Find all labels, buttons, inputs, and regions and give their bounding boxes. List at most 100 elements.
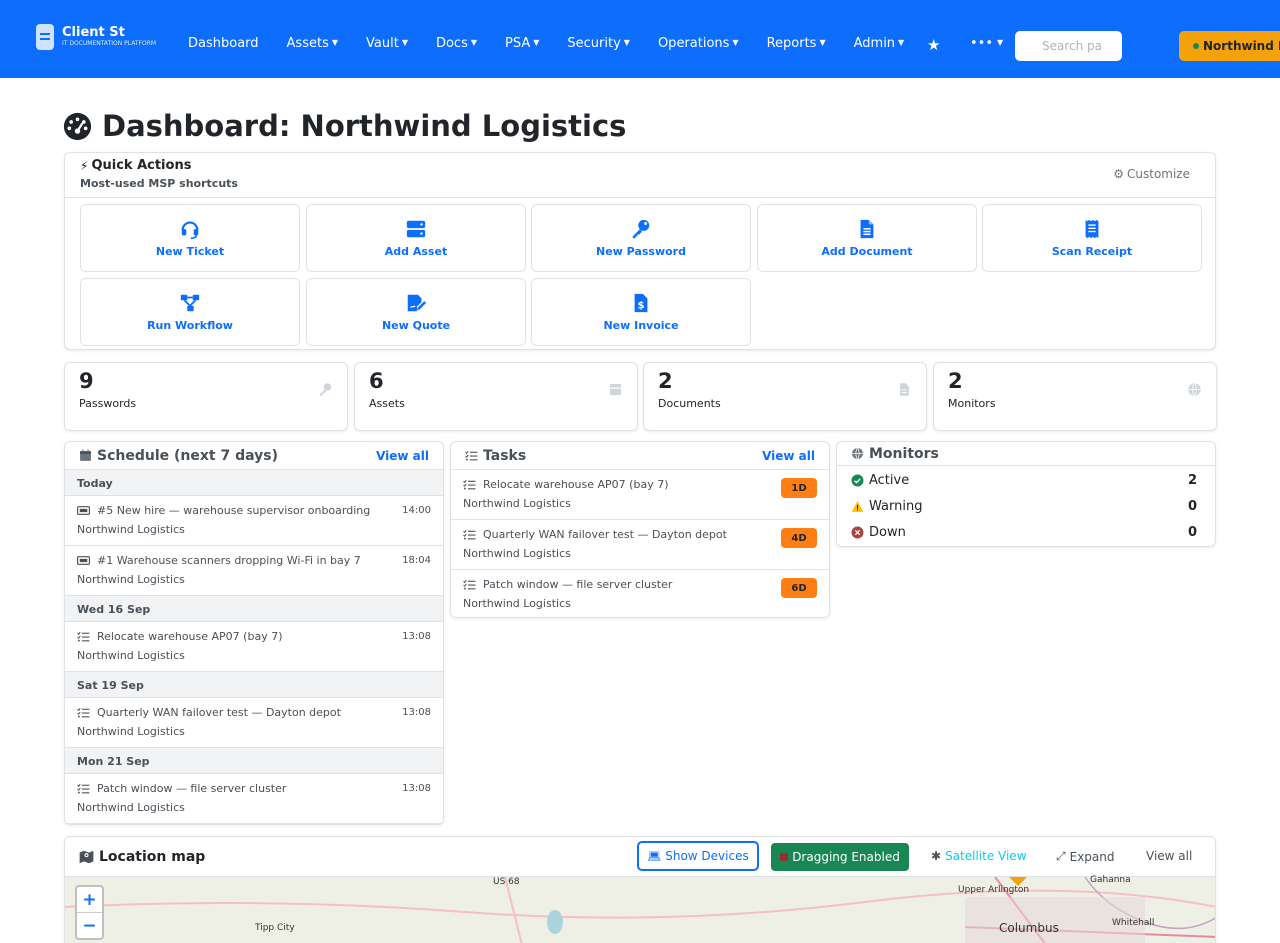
nav-label: Operations: [657, 36, 730, 51]
stat-card-monitors[interactable]: 2 Monitors: [933, 362, 1217, 431]
new-password-button[interactable]: New Password: [531, 204, 751, 272]
scan-receipt-button[interactable]: Scan Receipt: [982, 204, 1202, 272]
nav-label: Reports: [766, 36, 817, 51]
favorites-star-icon[interactable]: ★: [927, 36, 940, 54]
monitor-row-warning[interactable]: Warning 0: [837, 493, 1215, 519]
nav-item-vault[interactable]: Vault ▼: [366, 36, 408, 51]
caret-down-icon: ▼: [401, 38, 408, 47]
more-dots-icon: •••: [970, 36, 994, 51]
nav-item-admin[interactable]: Admin ▼: [854, 36, 905, 51]
tasks-view-all-link[interactable]: View all: [762, 449, 815, 463]
stat-card-passwords[interactable]: 9 Passwords: [64, 362, 348, 431]
stat-label: Monitors: [948, 397, 996, 410]
add-document-button[interactable]: Add Document: [757, 204, 977, 272]
nav-item-security[interactable]: Security ▼: [567, 36, 630, 51]
top-navbar: Client St IT DOCUMENTATION PLATFORM Dash…: [0, 0, 1280, 78]
nav-item-assets[interactable]: Assets ▼: [287, 36, 338, 51]
main-nav: Dashboard Assets ▼ Vault ▼ Docs ▼ PSA ▼ Secu…: [188, 36, 932, 51]
task-org: Northwind Logistics: [463, 547, 571, 560]
task-item[interactable]: Quarterly WAN failover test — Dayton dep…: [451, 520, 829, 570]
due-badge: 1D: [781, 478, 817, 498]
nav-item-reports[interactable]: Reports ▼: [767, 36, 826, 51]
day-header: Mon 21 Sep: [65, 748, 443, 774]
map-view-all-link[interactable]: View all: [1146, 849, 1192, 863]
map-label: Whitehall: [1112, 918, 1155, 928]
box-icon: [609, 383, 622, 396]
key-icon: [632, 219, 650, 239]
button-label: Run Workflow: [147, 319, 233, 332]
due-badge: 4D: [781, 528, 817, 548]
task-list-icon: [77, 707, 90, 718]
schedule-event[interactable]: #5 New hire — warehouse supervisor onboa…: [65, 496, 443, 546]
schedule-view-all-link[interactable]: View all: [376, 449, 429, 463]
stat-label: Passwords: [79, 397, 137, 410]
nav-more-menu[interactable]: ••• ▼: [970, 36, 1003, 51]
warning-triangle-icon: [851, 500, 864, 512]
event-org: Northwind Logistics: [77, 523, 185, 536]
new-invoice-button[interactable]: $ New Invoice: [531, 278, 751, 346]
monitors-title: Monitors: [851, 446, 939, 462]
map-canvas[interactable]: US 68 Tipp City Upper Arlington Gahanna …: [65, 875, 1215, 943]
expand-arrows-icon: ⤢: [1056, 849, 1066, 863]
zoom-in-button[interactable]: +: [77, 887, 102, 913]
monitor-row-active[interactable]: Active 2: [837, 467, 1215, 493]
nav-label: Docs: [435, 36, 468, 51]
stat-value: 2: [658, 369, 673, 393]
nav-label: Admin: [853, 36, 896, 51]
caret-down-icon: ▼: [533, 38, 540, 47]
event-time: 14:00: [402, 505, 431, 516]
monitors-title-text: Monitors: [869, 445, 939, 462]
globe-icon: [1188, 382, 1201, 397]
stat-card-assets[interactable]: 6 Assets: [354, 362, 638, 431]
org-switcher-button[interactable]: Northwind L: [1179, 31, 1280, 61]
customize-button[interactable]: ⚙ Customize: [1113, 167, 1190, 181]
brand-logo-link[interactable]: Client St IT DOCUMENTATION PLATFORM: [36, 24, 156, 50]
event-org: Northwind Logistics: [77, 649, 185, 662]
monitor-row-down[interactable]: Down 0: [837, 519, 1215, 545]
task-item[interactable]: Relocate warehouse AP07 (bay 7) Northwin…: [451, 470, 829, 520]
event-org: Northwind Logistics: [77, 801, 185, 814]
nav-item-operations[interactable]: Operations ▼: [658, 36, 739, 51]
lightning-icon: ⚡: [80, 158, 89, 173]
receipt-icon: [1085, 219, 1099, 239]
schedule-title-text: Schedule (next 7 days): [97, 447, 278, 464]
schedule-event[interactable]: #1 Warehouse scanners dropping Wi-Fi in …: [65, 546, 443, 596]
new-quote-button[interactable]: New Quote: [306, 278, 526, 346]
event-title: Quarterly WAN failover test — Dayton dep…: [97, 706, 341, 719]
map-zoom-control: + −: [75, 885, 104, 940]
show-devices-button[interactable]: 💻︎ Show Devices: [637, 841, 759, 871]
stat-card-documents[interactable]: 2 Documents: [643, 362, 927, 431]
nav-item-psa[interactable]: PSA ▼: [505, 36, 539, 51]
monitors-card: Monitors Active 2 Warning 0 Down 0: [836, 441, 1216, 547]
brand-logo-icon: [36, 24, 54, 50]
brand-name: Client St: [62, 25, 125, 40]
headset-icon: [181, 221, 199, 239]
schedule-title: Schedule (next 7 days): [79, 448, 278, 464]
event-title: Relocate warehouse AP07 (bay 7): [97, 630, 283, 643]
status-dot-icon: [1193, 43, 1199, 49]
file-icon: [900, 383, 909, 396]
expand-label: Expand: [1069, 849, 1115, 864]
task-item[interactable]: Patch window — file server cluster North…: [451, 570, 829, 617]
tasks-header: Tasks View all: [451, 442, 829, 470]
task-org: Northwind Logistics: [463, 597, 571, 610]
expand-button[interactable]: ⤢ Expand: [1056, 849, 1115, 864]
dragging-toggle-button[interactable]: Dragging Enabled: [771, 843, 909, 871]
schedule-event[interactable]: Relocate warehouse AP07 (bay 7) Northwin…: [65, 622, 443, 672]
schedule-event[interactable]: Patch window — file server cluster North…: [65, 774, 443, 824]
run-workflow-button[interactable]: Run Workflow: [80, 278, 300, 346]
nav-item-dashboard[interactable]: Dashboard: [188, 36, 259, 51]
quick-actions-title-text: Quick Actions: [91, 158, 192, 173]
schedule-event[interactable]: Quarterly WAN failover test — Dayton dep…: [65, 698, 443, 748]
satellite-view-button[interactable]: ✱ Satellite View: [931, 849, 1027, 863]
task-title: Relocate warehouse AP07 (bay 7): [483, 478, 669, 491]
search-input[interactable]: [1015, 31, 1122, 61]
add-asset-button[interactable]: Add Asset: [306, 204, 526, 272]
tasks-card: Tasks View all Relocate warehouse AP07 (…: [450, 441, 830, 618]
globe-icon: [852, 447, 863, 460]
stat-value: 6: [369, 369, 384, 393]
new-ticket-button[interactable]: New Ticket: [80, 204, 300, 272]
zoom-out-button[interactable]: −: [77, 913, 102, 939]
laptop-icon: 💻︎: [647, 849, 662, 863]
nav-item-docs[interactable]: Docs ▼: [436, 36, 477, 51]
